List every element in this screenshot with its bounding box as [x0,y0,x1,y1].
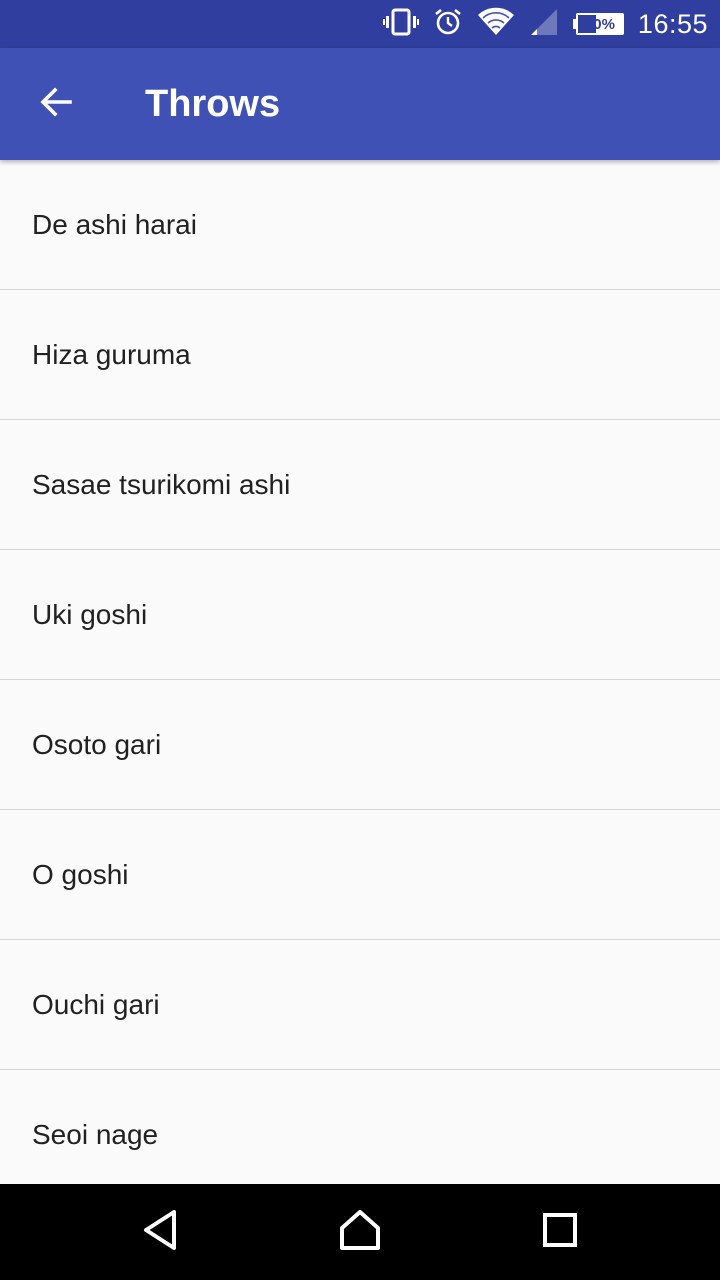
screen: 60% 16:55 Throws De ashi harai Hiza guru… [0,0,720,1280]
list-item-label: Seoi nage [32,1118,159,1150]
list-item[interactable]: Sasae tsurikomi ashi [0,420,720,550]
alarm-icon [433,7,463,42]
list-item-label: Uki goshi [32,598,148,630]
list-item-label: O goshi [32,858,129,890]
list-item[interactable]: Ouchi gari [0,940,720,1070]
battery-icon: 60% [572,13,624,35]
list-item[interactable]: Osoto gari [0,680,720,810]
status-icons: 60% 16:55 [369,0,708,48]
nav-recents-button[interactable] [528,1200,592,1264]
navigation-bar [0,1184,720,1280]
arrow-left-icon [38,84,74,125]
vibrate-icon [382,7,419,42]
throws-list: De ashi harai Hiza guruma Sasae tsurikom… [0,160,720,1184]
nav-back-icon [140,1208,180,1257]
nav-home-icon [338,1208,382,1257]
nav-home-button[interactable] [328,1200,392,1264]
list-item[interactable]: O goshi [0,810,720,940]
nav-recents-icon [540,1210,580,1255]
list-item-label: Osoto gari [32,728,162,760]
list-item-label: Sasae tsurikomi ashi [32,468,291,500]
list-item[interactable]: Uki goshi [0,550,720,680]
cell-signal-icon [529,7,559,42]
status-bar: 60% 16:55 [0,0,720,48]
list-item[interactable]: Hiza guruma [0,290,720,420]
nav-back-button[interactable] [128,1200,192,1264]
list-item-label: Hiza guruma [32,338,191,370]
clock: 16:55 [637,8,708,39]
list-item-label: De ashi harai [32,208,197,240]
back-button[interactable] [24,72,88,136]
battery-body: 60% [575,13,624,35]
list-item-label: Ouchi gari [32,988,160,1020]
list-item[interactable]: Seoi nage [0,1070,720,1184]
wifi-icon [477,7,515,42]
app-bar: Throws [0,48,720,160]
battery-percent: 60% [584,15,615,33]
list-item[interactable]: De ashi harai [0,160,720,290]
page-title: Throws [145,83,281,125]
